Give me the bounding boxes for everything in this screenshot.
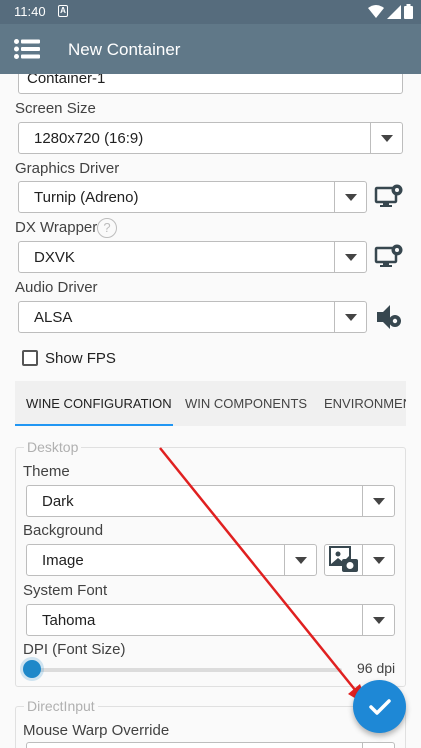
dx-wrapper-label: DX Wrapper [15, 219, 98, 236]
theme-label: Theme [23, 463, 70, 480]
display-settings-icon[interactable] [374, 242, 404, 272]
chevron-down-icon [362, 605, 394, 635]
show-fps-label: Show FPS [45, 350, 116, 367]
image-camera-icon [329, 546, 358, 572]
background-label: Background [23, 522, 104, 539]
display-settings-icon[interactable] [374, 182, 404, 212]
hamburger-menu-icon[interactable] [14, 39, 40, 59]
dx-wrapper-select[interactable]: DXVK [18, 241, 367, 273]
chevron-down-icon [334, 242, 366, 272]
desktop-group-title: Desktop [24, 439, 82, 455]
app-bar: New Container [0, 24, 421, 74]
form-content[interactable]: Container-1 Screen Size 1280x720 (16:9) … [0, 74, 421, 748]
graphics-driver-select[interactable]: Turnip (Adreno) [18, 181, 367, 213]
show-fps-checkbox[interactable] [22, 350, 38, 366]
help-icon[interactable]: ? [97, 218, 117, 238]
tab-win-components[interactable]: WIN COMPONENTS [185, 396, 307, 411]
theme-value: Dark [42, 493, 74, 510]
screen-size-label: Screen Size [15, 100, 96, 117]
audio-driver-select[interactable]: ALSA [18, 301, 367, 333]
screen-size-select[interactable]: 1280x720 (16:9) [18, 122, 403, 154]
background-value: Image [42, 552, 84, 569]
system-font-label: System Font [23, 582, 108, 599]
tab-wine-configuration[interactable]: WINE CONFIGURATION [26, 396, 172, 411]
mouse-warp-label: Mouse Warp Override [23, 722, 170, 739]
tab-environment[interactable]: ENVIRONMEN [324, 396, 406, 411]
chevron-down-icon [362, 743, 394, 748]
mouse-warp-select[interactable] [26, 742, 395, 748]
save-fab-button[interactable] [353, 680, 406, 733]
audio-driver-value: ALSA [34, 309, 73, 326]
screen-size-value: 1280x720 (16:9) [34, 130, 144, 147]
background-image-picker[interactable] [324, 544, 395, 576]
checkmark-icon [369, 699, 391, 715]
dpi-slider-thumb[interactable] [23, 660, 41, 678]
background-select[interactable]: Image [26, 544, 317, 576]
notification-a-icon: A [58, 5, 68, 17]
graphics-driver-label: Graphics Driver [15, 160, 120, 177]
dx-wrapper-value: DXVK [34, 249, 75, 266]
dpi-value: 96 dpi [357, 660, 396, 676]
status-time: 11:40 [14, 4, 46, 19]
dpi-slider-track[interactable] [32, 668, 342, 672]
chevron-down-icon [362, 545, 394, 575]
config-tabs: WINE CONFIGURATION WIN COMPONENTS ENVIRO… [15, 381, 406, 426]
chevron-down-icon [362, 486, 394, 516]
chevron-down-icon [370, 123, 402, 153]
battery-icon [404, 4, 413, 19]
wifi-icon [368, 4, 384, 18]
audio-driver-label: Audio Driver [15, 279, 98, 296]
chevron-down-icon [284, 545, 316, 575]
chevron-down-icon [334, 302, 366, 332]
signal-icon [387, 4, 401, 19]
system-font-value: Tahoma [42, 612, 96, 629]
container-name-input[interactable]: Container-1 [18, 74, 403, 94]
speaker-settings-icon[interactable] [374, 302, 404, 332]
container-name-value: Container-1 [27, 74, 106, 87]
status-bar: 11:40 A [0, 0, 421, 24]
system-font-select[interactable]: Tahoma [26, 604, 395, 636]
active-tab-indicator [15, 424, 173, 426]
dpi-label: DPI (Font Size) [23, 641, 126, 658]
page-title: New Container [68, 40, 181, 59]
directinput-group-title: DirectInput [24, 698, 98, 714]
chevron-down-icon [334, 182, 366, 212]
theme-select[interactable]: Dark [26, 485, 395, 517]
graphics-driver-value: Turnip (Adreno) [34, 189, 139, 206]
